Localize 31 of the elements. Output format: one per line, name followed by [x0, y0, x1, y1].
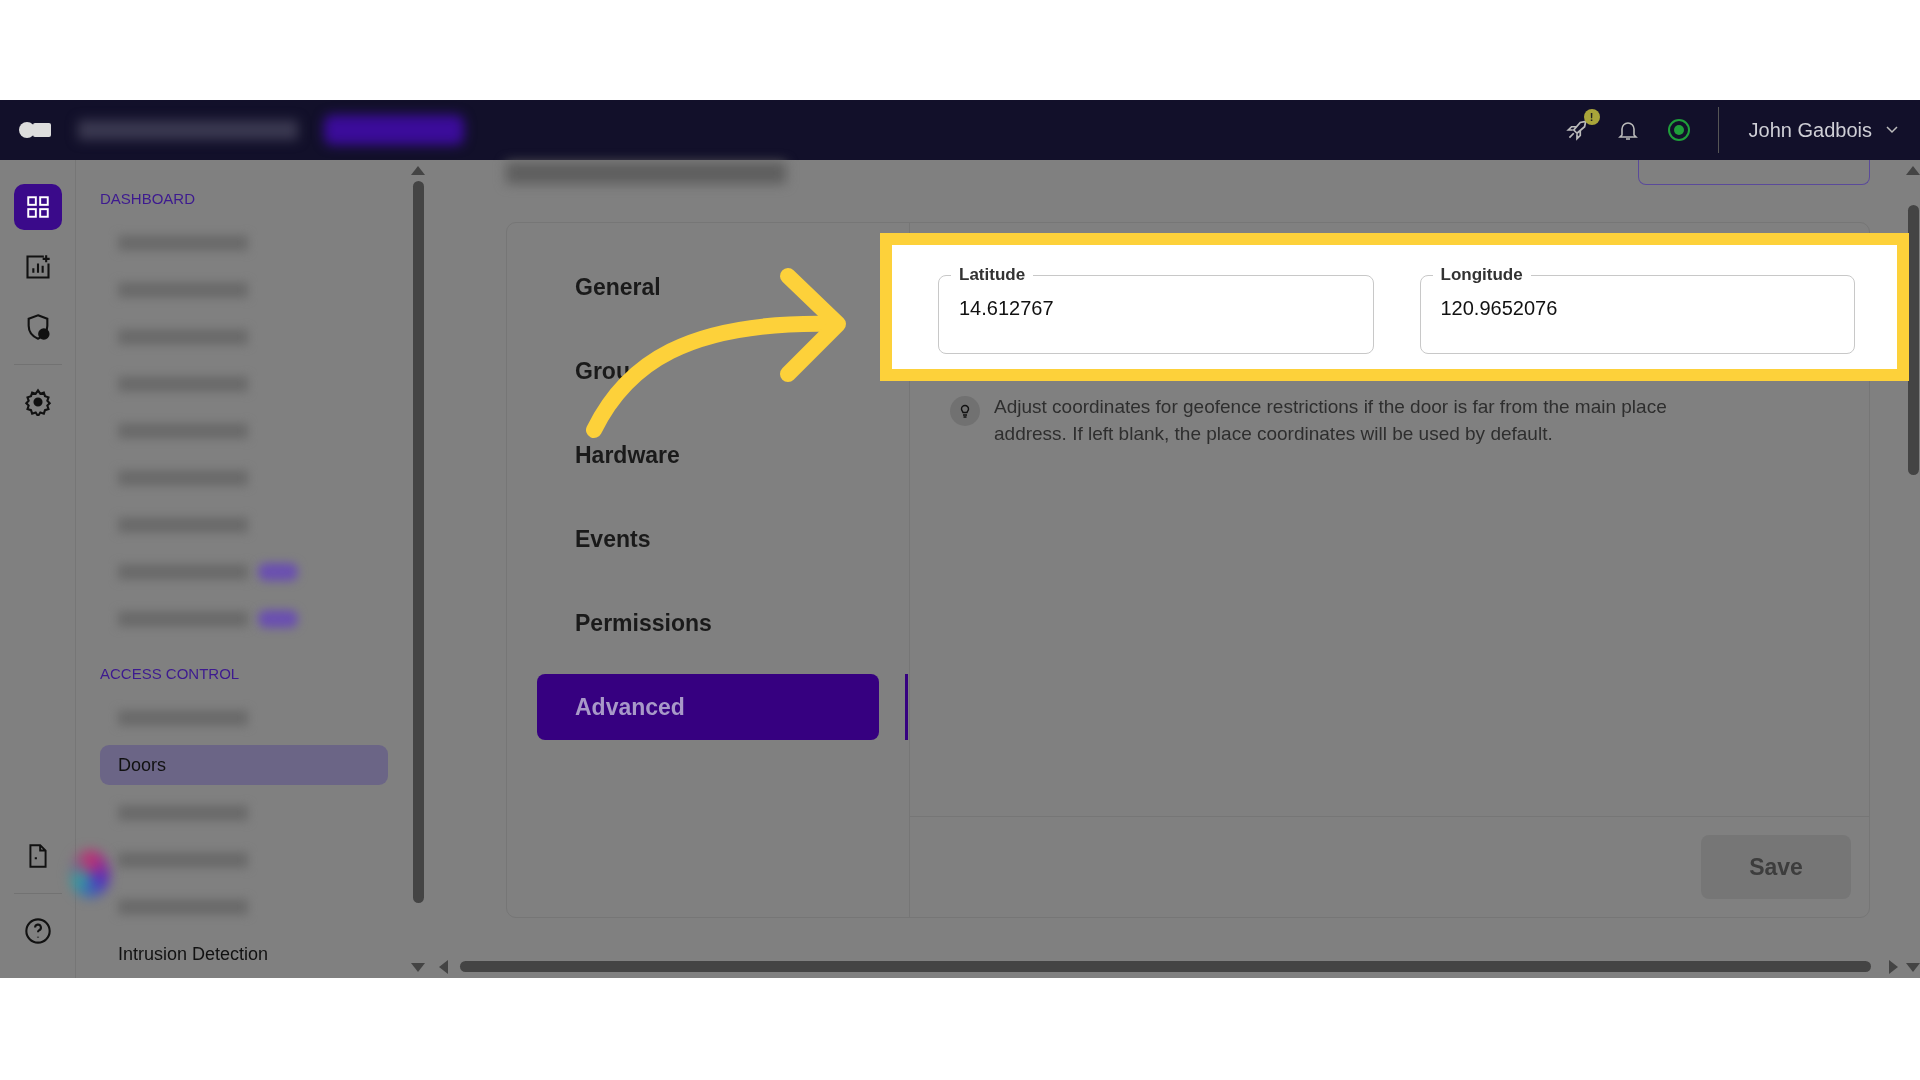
coordinate-field[interactable]: Longitude 120.9652076 [1419, 265, 1855, 354]
settings-icon [23, 388, 52, 416]
hint-text: Adjust coordinates for geofence restrictions if the door is far from the main place address. If left blank, the place coordinates will be used by default. [994, 395, 1668, 446]
settings-tab[interactable]: Permissions [537, 590, 879, 656]
settings-tab[interactable]: Hardware [537, 422, 879, 488]
alert-badge: ! [1583, 109, 1600, 125]
lightbulb-icon [950, 396, 980, 426]
coordinate-field[interactable]: Latitude 14.612767 [938, 265, 1374, 354]
section-heading: ACCESS CONTROL [100, 664, 241, 684]
grid-icon [24, 194, 51, 220]
sidebar-item[interactable]: Doors [100, 745, 388, 785]
avatar-icon[interactable] [70, 850, 110, 898]
chart-icon [23, 253, 52, 281]
sidebar-item[interactable]: Intrusion Detection [100, 934, 388, 974]
section-heading: DASHBOARD [100, 190, 197, 209]
settings-tab[interactable]: Events [537, 506, 879, 572]
logo-icon[interactable] [18, 121, 52, 139]
field-label: Latitude [958, 265, 1027, 285]
user-menu[interactable]: John Gadbois [1744, 114, 1902, 146]
grid-rail-button[interactable] [13, 184, 62, 230]
settings-tab[interactable]: General [537, 254, 879, 320]
blurred-badge [258, 610, 298, 628]
outline-button[interactable] [1638, 160, 1870, 185]
coordinate-input[interactable]: 14.612767 [959, 295, 1353, 321]
coordinate-input[interactable]: 120.9652076 [1440, 295, 1834, 321]
help-icon [23, 917, 52, 945]
caret-icon [1886, 126, 1898, 134]
field-label: Longitude [1439, 265, 1524, 285]
status-icon[interactable] [1665, 117, 1692, 143]
blurred-badge [258, 563, 298, 581]
settings-tab[interactable]: Advanced [537, 674, 879, 740]
